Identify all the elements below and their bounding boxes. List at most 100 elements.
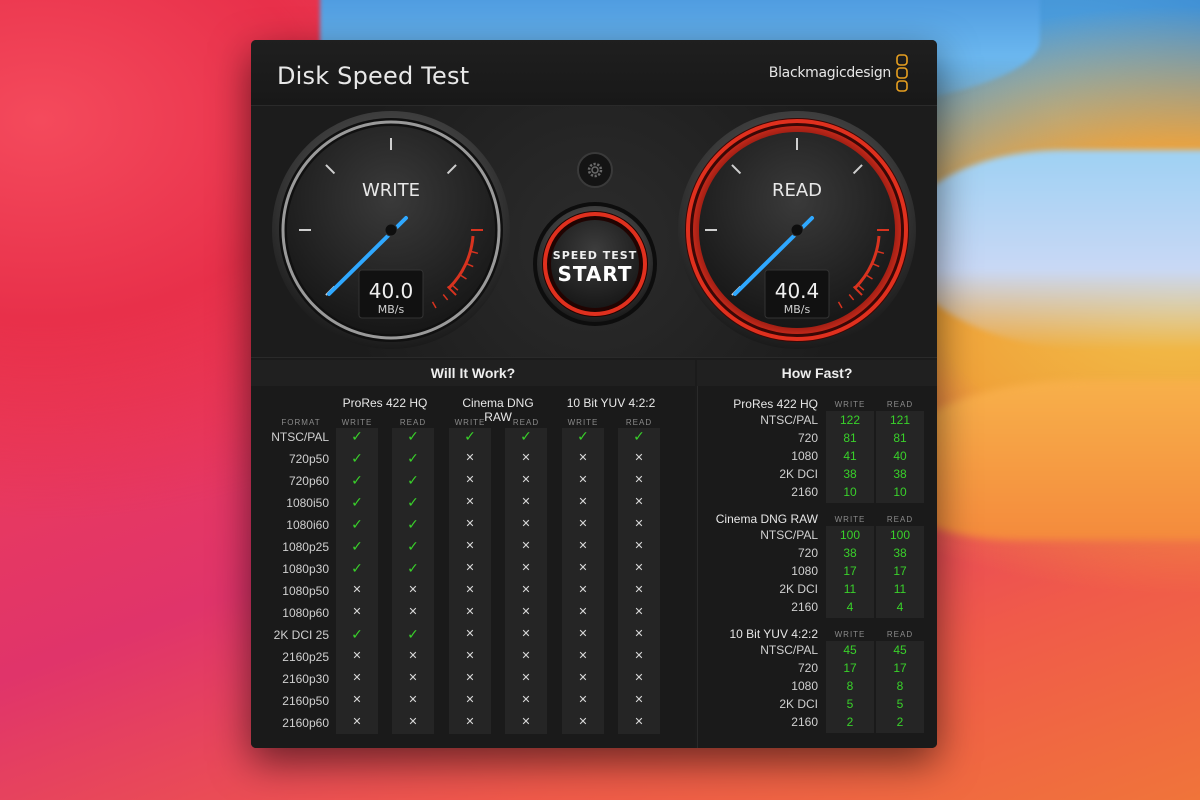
cross-icon: ✕ [634, 693, 644, 706]
speed-row-label: 720 [797, 431, 818, 445]
format-column-header: FORMAT [281, 418, 321, 427]
cross-icon: ✕ [465, 715, 475, 728]
write-fps-value: 11 [843, 582, 857, 596]
cross-icon: ✕ [521, 539, 531, 552]
check-icon: ✓ [520, 429, 532, 445]
write-unit: MB/s [378, 303, 405, 316]
write-gauge: WRITE 40.0 MB/s [272, 111, 510, 349]
check-icon: ✓ [351, 451, 363, 467]
result-column-header: READ [512, 418, 540, 427]
read-fps-value: 121 [889, 413, 911, 427]
read-fps-value: 40 [893, 449, 907, 463]
check-icon: ✓ [351, 627, 363, 643]
cross-icon: ✕ [408, 693, 418, 706]
read-fps-value: 11 [893, 582, 907, 596]
speed-row-label: NTSC/PAL [760, 643, 818, 657]
speed-row-label: 2K DCI [779, 467, 818, 481]
cross-icon: ✕ [634, 649, 644, 662]
speed-test-start-button[interactable]: SPEED TEST START [533, 202, 657, 326]
check-icon: ✓ [351, 429, 363, 445]
cross-icon: ✕ [465, 583, 475, 596]
cross-icon: ✕ [578, 649, 588, 662]
speed-column-header: READ [886, 630, 914, 639]
read-fps-value: 17 [893, 564, 907, 578]
read-fps-value: 4 [896, 600, 904, 614]
settings-button[interactable] [577, 152, 613, 188]
speed-row-label: 1080 [791, 449, 818, 463]
cross-icon: ✕ [634, 583, 644, 596]
check-icon: ✓ [633, 429, 645, 445]
write-fps-value: 38 [843, 546, 857, 560]
speed-column-header: READ [886, 515, 914, 524]
write-fps-value: 45 [843, 643, 857, 657]
cross-icon: ✕ [465, 693, 475, 706]
cross-icon: ✕ [465, 539, 475, 552]
format-row-label: 2K DCI 25 [273, 628, 329, 642]
cross-icon: ✕ [634, 451, 644, 464]
cross-icon: ✕ [352, 583, 362, 596]
speed-row-label: 2160 [791, 600, 818, 614]
write-gauge-label: WRITE [362, 180, 420, 201]
cross-icon: ✕ [634, 605, 644, 618]
cross-icon: ✕ [578, 715, 588, 728]
write-fps-value: 2 [846, 715, 854, 729]
brand-logo-icon [896, 54, 908, 92]
check-icon: ✓ [351, 539, 363, 555]
format-row-label: 2160p50 [282, 694, 329, 708]
format-row-label: 720p50 [288, 452, 329, 466]
cross-icon: ✕ [465, 605, 475, 618]
cross-icon: ✕ [578, 561, 588, 574]
cross-icon: ✕ [578, 671, 588, 684]
check-icon: ✓ [407, 561, 419, 577]
cross-icon: ✕ [634, 627, 644, 640]
check-icon: ✓ [407, 495, 419, 511]
speed-column-header: READ [886, 400, 914, 409]
cross-icon: ✕ [521, 561, 531, 574]
cross-icon: ✕ [408, 605, 418, 618]
speed-row-label: 1080 [791, 679, 818, 693]
cross-icon: ✕ [465, 495, 475, 508]
cross-icon: ✕ [578, 627, 588, 640]
will-it-work-panel: FORMAT ProRes 422 HQ Cinema DNG RAW 10 Bit… [251, 386, 695, 748]
check-icon: ✓ [407, 627, 419, 643]
codec-header: 10 Bit YUV 4:2:2 [566, 396, 656, 410]
cross-icon: ✕ [521, 451, 531, 464]
speed-row-label: 2K DCI [779, 697, 818, 711]
write-fps-value: 81 [843, 431, 857, 445]
cross-icon: ✕ [521, 627, 531, 640]
read-gauge-label: READ [772, 180, 822, 201]
read-fps-value: 10 [893, 485, 907, 499]
wallpaper-light-band [900, 150, 1200, 350]
cross-icon: ✕ [465, 517, 475, 530]
cross-icon: ✕ [578, 517, 588, 530]
write-fps-value: 17 [843, 661, 857, 675]
write-fps-value: 41 [843, 449, 857, 463]
check-icon: ✓ [407, 539, 419, 555]
read-fps-value: 38 [893, 467, 907, 481]
start-line1: SPEED TEST [553, 249, 637, 262]
how-fast-header: How Fast? [697, 360, 937, 386]
check-icon: ✓ [407, 473, 419, 489]
start-line2: START [557, 262, 632, 286]
write-fps-value: 4 [846, 600, 854, 614]
cross-icon: ✕ [465, 561, 475, 574]
read-fps-value: 5 [896, 697, 904, 711]
check-icon: ✓ [407, 429, 419, 445]
check-icon: ✓ [407, 517, 419, 533]
cross-icon: ✕ [408, 649, 418, 662]
format-row-label: 1080p25 [282, 540, 329, 554]
format-row-label: 720p60 [288, 474, 329, 488]
format-row-label: 1080i60 [286, 518, 329, 532]
cross-icon: ✕ [521, 671, 531, 684]
cross-icon: ✕ [578, 539, 588, 552]
cross-icon: ✕ [578, 473, 588, 486]
format-row-label: 1080p30 [282, 562, 329, 576]
format-row-label: 2160p25 [282, 650, 329, 664]
cross-icon: ✕ [578, 583, 588, 596]
write-value: 40.0 [369, 279, 414, 303]
check-icon: ✓ [577, 429, 589, 445]
speed-row-label: 2160 [791, 485, 818, 499]
format-row-label: 2160p60 [282, 716, 329, 730]
speed-group-title: 10 Bit YUV 4:2:2 [729, 627, 819, 641]
write-fps-value: 8 [846, 679, 854, 693]
